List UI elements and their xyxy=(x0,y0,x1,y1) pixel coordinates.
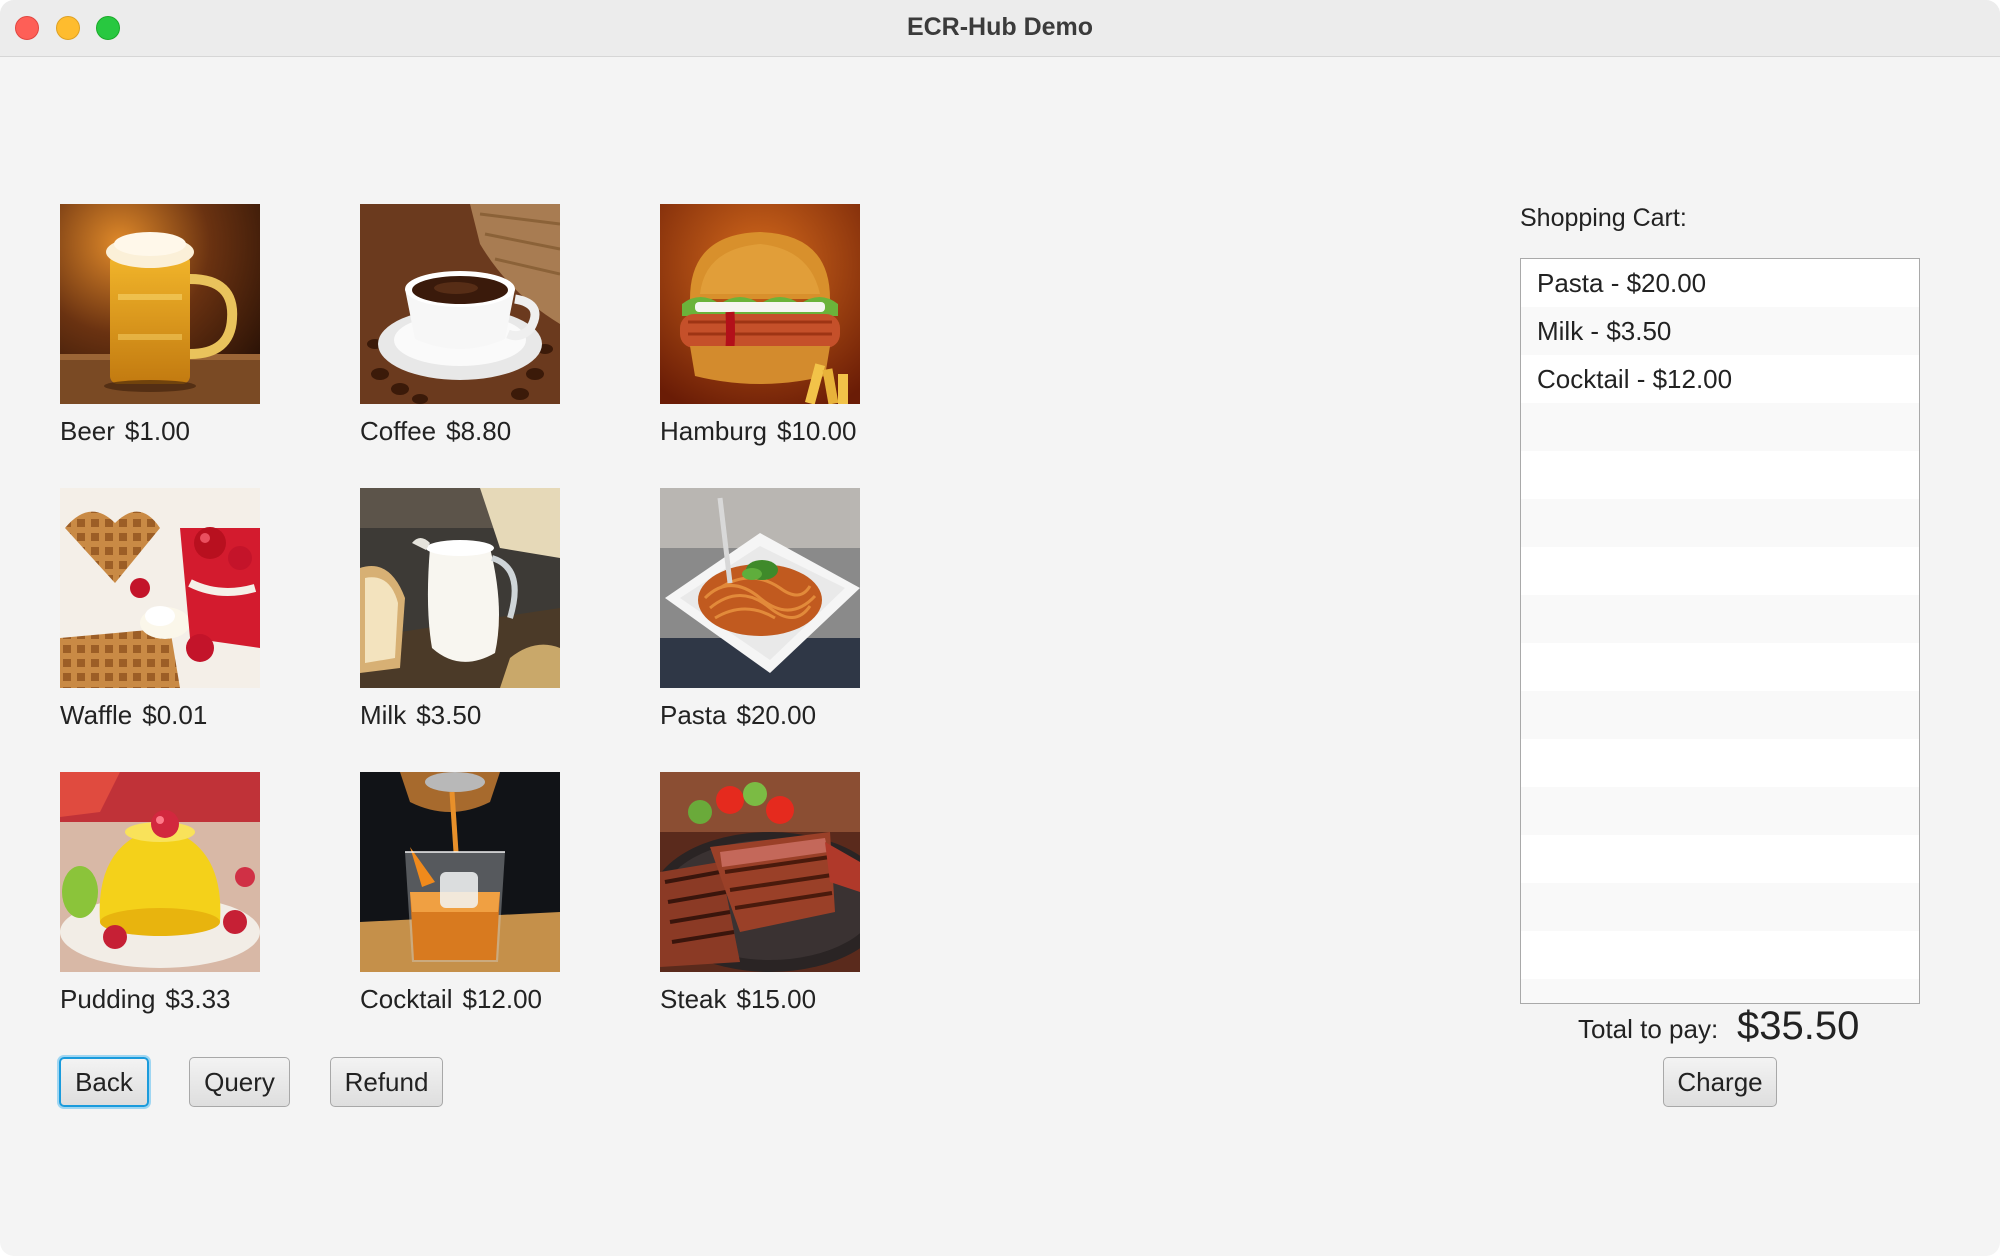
title-bar: ECR-Hub Demo xyxy=(0,0,2000,57)
app-window: ECR-Hub Demo Beer $1.00 Coffee $8.80 Ham… xyxy=(0,0,2000,1256)
refund-button[interactable]: Refund xyxy=(330,1057,443,1107)
product-name: Pasta xyxy=(660,700,727,730)
cart-item[interactable]: Cocktail - $12.00 xyxy=(1521,355,1919,403)
shopping-cart-title: Shopping Cart: xyxy=(1520,204,1687,232)
product-label: Steak $15.00 xyxy=(660,984,816,1015)
product-tile-pudding[interactable]: Pudding $3.33 xyxy=(60,772,260,1024)
cart-empty-row xyxy=(1521,979,1919,1003)
cart-empty-row xyxy=(1521,451,1919,499)
product-label: Beer $1.00 xyxy=(60,416,190,447)
product-tile-milk[interactable]: Milk $3.50 xyxy=(360,488,560,740)
cart-item[interactable]: Milk - $3.50 xyxy=(1521,307,1919,355)
hamburger-image[interactable] xyxy=(660,204,860,404)
product-price: $8.80 xyxy=(446,416,512,446)
total-label: Total to pay: xyxy=(1578,1014,1719,1044)
milk-image[interactable] xyxy=(360,488,560,688)
product-name: Cocktail xyxy=(360,984,453,1014)
product-name: Pudding xyxy=(60,984,156,1014)
product-label: Waffle $0.01 xyxy=(60,700,207,731)
cocktail-image[interactable] xyxy=(360,772,560,972)
pasta-image[interactable] xyxy=(660,488,860,688)
cart-item[interactable]: Pasta - $20.00 xyxy=(1521,259,1919,307)
product-tile-beer[interactable]: Beer $1.00 xyxy=(60,204,260,456)
product-price: $12.00 xyxy=(462,984,543,1014)
cart-empty-row xyxy=(1521,739,1919,787)
cart-empty-row xyxy=(1521,691,1919,739)
product-price: $3.50 xyxy=(416,700,482,730)
product-price: $3.33 xyxy=(165,984,231,1014)
product-name: Beer xyxy=(60,416,115,446)
product-name: Milk xyxy=(360,700,407,730)
product-price: $15.00 xyxy=(736,984,817,1014)
product-tile-pasta[interactable]: Pasta $20.00 xyxy=(660,488,860,740)
shopping-cart-list[interactable]: Pasta - $20.00 Milk - $3.50 Cocktail - $… xyxy=(1520,258,1920,1004)
product-tile-cocktail[interactable]: Cocktail $12.00 xyxy=(360,772,560,1024)
product-name: Waffle xyxy=(60,700,133,730)
steak-image[interactable] xyxy=(660,772,860,972)
product-label: Coffee $8.80 xyxy=(360,416,511,447)
cart-empty-row xyxy=(1521,403,1919,451)
product-tile-waffle[interactable]: Waffle $0.01 xyxy=(60,488,260,740)
charge-button[interactable]: Charge xyxy=(1663,1057,1777,1107)
cart-empty-row xyxy=(1521,499,1919,547)
product-label: Cocktail $12.00 xyxy=(360,984,542,1015)
product-name: Hamburg xyxy=(660,416,767,446)
product-tile-hamburg[interactable]: Hamburg $10.00 xyxy=(660,204,860,456)
cart-empty-row xyxy=(1521,787,1919,835)
product-name: Coffee xyxy=(360,416,437,446)
waffle-image[interactable] xyxy=(60,488,260,688)
cart-empty-row xyxy=(1521,595,1919,643)
pudding-image[interactable] xyxy=(60,772,260,972)
back-button[interactable]: Back xyxy=(59,1057,149,1107)
product-price: $20.00 xyxy=(736,700,817,730)
cart-empty-row xyxy=(1521,643,1919,691)
product-label: Pasta $20.00 xyxy=(660,700,816,731)
product-tile-coffee[interactable]: Coffee $8.80 xyxy=(360,204,560,456)
product-name: Steak xyxy=(660,984,727,1014)
product-price: $1.00 xyxy=(124,416,190,446)
beer-image[interactable] xyxy=(60,204,260,404)
cart-empty-row xyxy=(1521,835,1919,883)
coffee-image[interactable] xyxy=(360,204,560,404)
product-price: $0.01 xyxy=(142,700,208,730)
product-tile-steak[interactable]: Steak $15.00 xyxy=(660,772,860,1024)
query-button[interactable]: Query xyxy=(189,1057,290,1107)
cart-empty-row xyxy=(1521,547,1919,595)
total-amount: $35.50 xyxy=(1737,1004,1860,1048)
cart-empty-row xyxy=(1521,883,1919,931)
window-title: ECR-Hub Demo xyxy=(906,13,1094,41)
product-label: Hamburg $10.00 xyxy=(660,416,856,447)
product-label: Pudding $3.33 xyxy=(60,984,231,1015)
product-label: Milk $3.50 xyxy=(360,700,481,731)
cart-empty-row xyxy=(1521,931,1919,979)
product-price: $10.00 xyxy=(776,416,857,446)
